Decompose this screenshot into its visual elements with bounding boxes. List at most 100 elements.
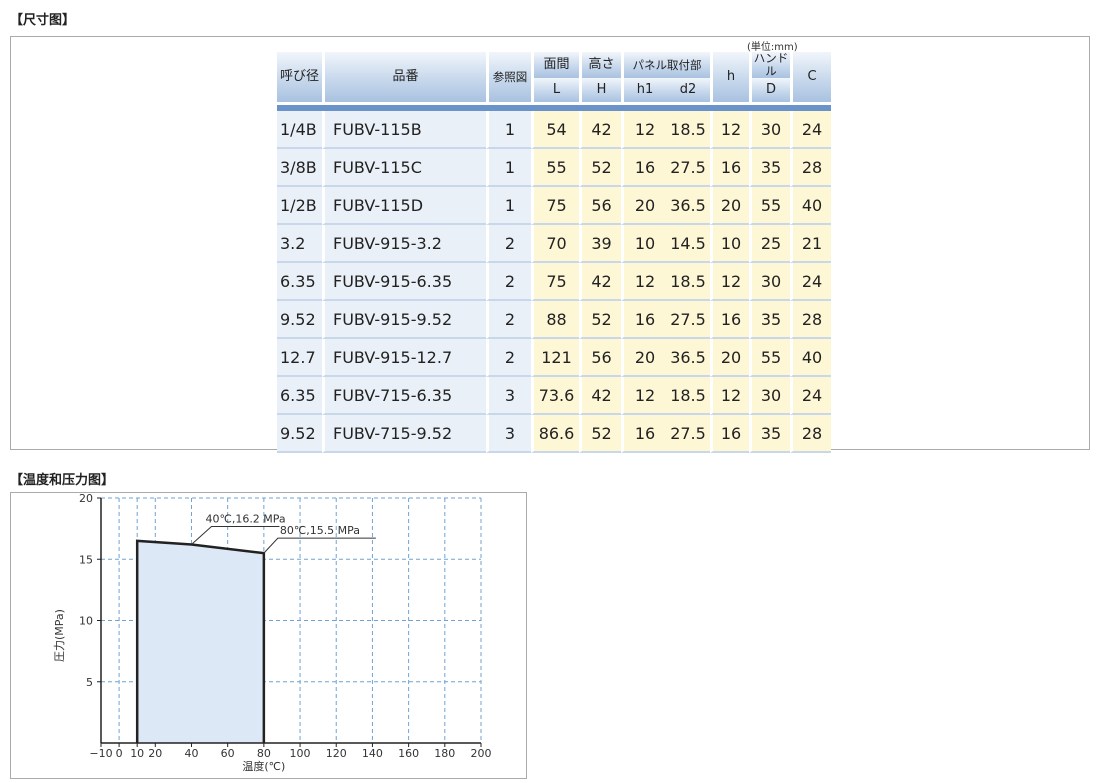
y-tick-label: 15	[79, 553, 93, 566]
cell-C: 40	[790, 339, 831, 378]
header-panel-mount: パネル取付部	[621, 52, 710, 79]
cell-d2: 36.5	[666, 187, 710, 226]
x-tick-label: 140	[362, 747, 383, 760]
table-row: 6.35 FUBV-715-6.35 3 73.6 42 12 18.5 12 30 24	[277, 377, 831, 416]
cell-h: 12	[710, 377, 749, 416]
cell-ref: 2	[486, 263, 531, 302]
cell-d2: 27.5	[666, 149, 710, 188]
cell-h: 12	[710, 263, 749, 302]
cell-L: 88	[531, 301, 579, 340]
cell-H: 52	[579, 415, 621, 454]
table-row: 12.7 FUBV-915-12.7 2 121 56 20 36.5 20 55 40	[277, 339, 831, 378]
header-h: h	[710, 52, 749, 103]
x-tick-label: 20	[148, 747, 162, 760]
x-axis-label: 温度(℃)	[242, 759, 285, 773]
cell-h1: 20	[621, 187, 666, 226]
cell-size: 1/4B	[277, 111, 322, 150]
cell-size: 9.52	[277, 415, 322, 454]
cell-H: 56	[579, 187, 621, 226]
cell-h1: 16	[621, 301, 666, 340]
cell-ref: 3	[486, 377, 531, 416]
cell-h1: 12	[621, 111, 666, 150]
cell-size: 12.7	[277, 339, 322, 378]
chart-panel: 5 10 15 20 −10 0 10 20 40 60 80 100 120 140 160 180 200 温…	[10, 492, 527, 779]
cell-d2: 27.5	[666, 301, 710, 340]
cell-d2: 27.5	[666, 415, 710, 454]
cell-size: 9.52	[277, 301, 322, 340]
cell-part: FUBV-915-3.2	[322, 225, 486, 264]
cell-C: 28	[790, 415, 831, 454]
cell-h1: 16	[621, 149, 666, 188]
x-tick-label: 180	[434, 747, 455, 760]
temperature-pressure-chart: 5 10 15 20 −10 0 10 20 40 60 80 100 120 140 160 180 200 温…	[53, 493, 492, 773]
section-title-dimensions: 【尺寸图】	[10, 13, 76, 28]
cell-h: 10	[710, 225, 749, 264]
cell-d2: 18.5	[666, 111, 710, 150]
cell-H: 52	[579, 301, 621, 340]
header-part-number: 品番	[322, 52, 486, 103]
cell-d2: 14.5	[666, 225, 710, 264]
cell-C: 24	[790, 111, 831, 150]
table-row: 9.52 FUBV-715-9.52 3 86.6 52 16 27.5 16 35 28	[277, 415, 831, 454]
x-tick-label: 40	[184, 747, 198, 760]
x-tick-label: −10	[89, 747, 112, 760]
cell-size: 3/8B	[277, 149, 322, 188]
cell-C: 24	[790, 377, 831, 416]
operating-area	[137, 540, 264, 743]
y-tick-label: 5	[86, 676, 93, 689]
cell-h1: 12	[621, 377, 666, 416]
cell-h1: 20	[621, 339, 666, 378]
y-tick-label: 10	[79, 615, 93, 628]
cell-part: FUBV-915-6.35	[322, 263, 486, 302]
cell-part: FUBV-115C	[322, 149, 486, 188]
cell-h: 16	[710, 301, 749, 340]
x-tick-label: 100	[290, 747, 311, 760]
header-d2: d2	[666, 78, 710, 103]
cell-H: 42	[579, 263, 621, 302]
x-tick-label: 160	[398, 747, 419, 760]
cell-D: 55	[749, 187, 790, 226]
annotation-label: 40℃,16.2 MPa	[205, 513, 285, 526]
cell-C: 40	[790, 187, 831, 226]
cell-H: 52	[579, 149, 621, 188]
cell-ref: 2	[486, 339, 531, 378]
dimension-table: 呼び径 品番 参照図 面間 高さ パネル取付部 h ハンドル C L H h1 …	[277, 51, 831, 454]
cell-D: 35	[749, 149, 790, 188]
annotation-leader	[191, 526, 280, 545]
y-axis-label: 圧力(MPa)	[53, 609, 66, 662]
cell-h: 16	[710, 149, 749, 188]
cell-d2: 18.5	[666, 377, 710, 416]
cell-ref: 1	[486, 187, 531, 226]
section-title-temp-pressure: 【温度和压力图】	[10, 473, 115, 488]
cell-h: 16	[710, 415, 749, 454]
table-row: 3/8B FUBV-115C 1 55 52 16 27.5 16 35 28	[277, 149, 831, 188]
cell-L: 54	[531, 111, 579, 150]
cell-h1: 16	[621, 415, 666, 454]
cell-ref: 3	[486, 415, 531, 454]
x-tick-label: 60	[221, 747, 235, 760]
cell-H: 39	[579, 225, 621, 264]
cell-part: FUBV-715-6.35	[322, 377, 486, 416]
header-reference: 参照図	[486, 52, 531, 103]
cell-h: 12	[710, 111, 749, 150]
cell-ref: 1	[486, 111, 531, 150]
cell-size: 1/2B	[277, 187, 322, 226]
cell-L: 86.6	[531, 415, 579, 454]
cell-ref: 2	[486, 301, 531, 340]
table-row: 1/4B FUBV-115B 1 54 42 12 18.5 12 30 24	[277, 111, 831, 150]
cell-h1: 12	[621, 263, 666, 302]
cell-part: FUBV-915-12.7	[322, 339, 486, 378]
header-D: D	[749, 78, 790, 103]
cell-H: 56	[579, 339, 621, 378]
cell-size: 6.35	[277, 377, 322, 416]
cell-C: 21	[790, 225, 831, 264]
header-L-top: 面間	[531, 52, 579, 79]
x-tick-label: 120	[326, 747, 347, 760]
x-tick-label: 200	[471, 747, 492, 760]
table-row: 6.35 FUBV-915-6.35 2 75 42 12 18.5 12 30 24	[277, 263, 831, 302]
y-tick-label: 20	[79, 493, 93, 505]
cell-D: 35	[749, 415, 790, 454]
header-L: L	[531, 78, 579, 103]
cell-H: 42	[579, 377, 621, 416]
cell-L: 73.6	[531, 377, 579, 416]
